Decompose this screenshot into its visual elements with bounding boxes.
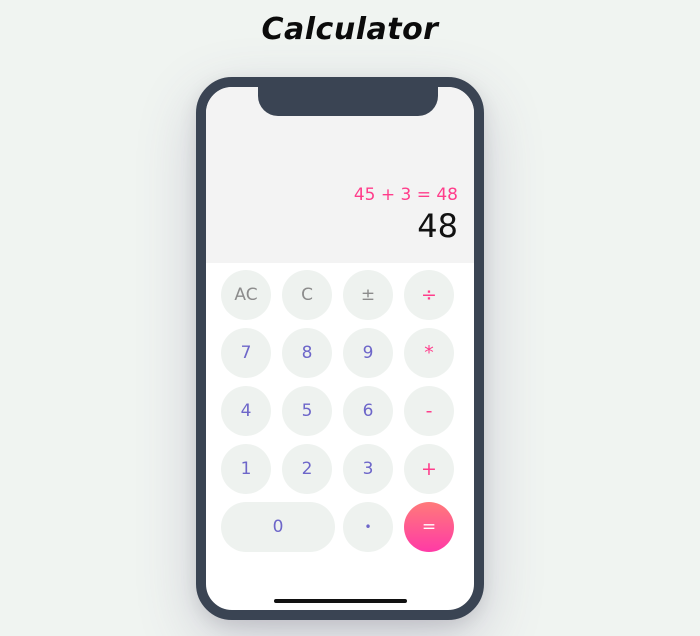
- digit-6-button[interactable]: 6: [343, 386, 393, 436]
- phone-notch: [258, 87, 438, 116]
- divide-button[interactable]: ÷: [404, 270, 454, 320]
- digit-1-button[interactable]: 1: [221, 444, 271, 494]
- subtract-button[interactable]: -: [404, 386, 454, 436]
- home-indicator: [274, 599, 407, 603]
- decimal-button[interactable]: •: [343, 502, 393, 552]
- page: Calculator 45 + 3 = 48 48 AC C ± ÷ 7 8 9…: [0, 0, 700, 636]
- result-text: 48: [417, 207, 458, 245]
- digit-3-button[interactable]: 3: [343, 444, 393, 494]
- digit-2-button[interactable]: 2: [282, 444, 332, 494]
- multiply-button[interactable]: *: [404, 328, 454, 378]
- digit-4-button[interactable]: 4: [221, 386, 271, 436]
- digit-8-button[interactable]: 8: [282, 328, 332, 378]
- all-clear-button[interactable]: AC: [221, 270, 271, 320]
- phone-frame: 45 + 3 = 48 48 AC C ± ÷ 7 8 9 * 4 5 6 - …: [196, 77, 484, 620]
- page-title: Calculator: [261, 12, 439, 47]
- sign-toggle-button[interactable]: ±: [343, 270, 393, 320]
- add-button[interactable]: +: [404, 444, 454, 494]
- digit-0-button[interactable]: 0: [221, 502, 335, 552]
- clear-button[interactable]: C: [282, 270, 332, 320]
- digit-9-button[interactable]: 9: [343, 328, 393, 378]
- equals-button[interactable]: =: [404, 502, 454, 552]
- digit-7-button[interactable]: 7: [221, 328, 271, 378]
- expression-text: 45 + 3 = 48: [353, 185, 458, 205]
- digit-5-button[interactable]: 5: [282, 386, 332, 436]
